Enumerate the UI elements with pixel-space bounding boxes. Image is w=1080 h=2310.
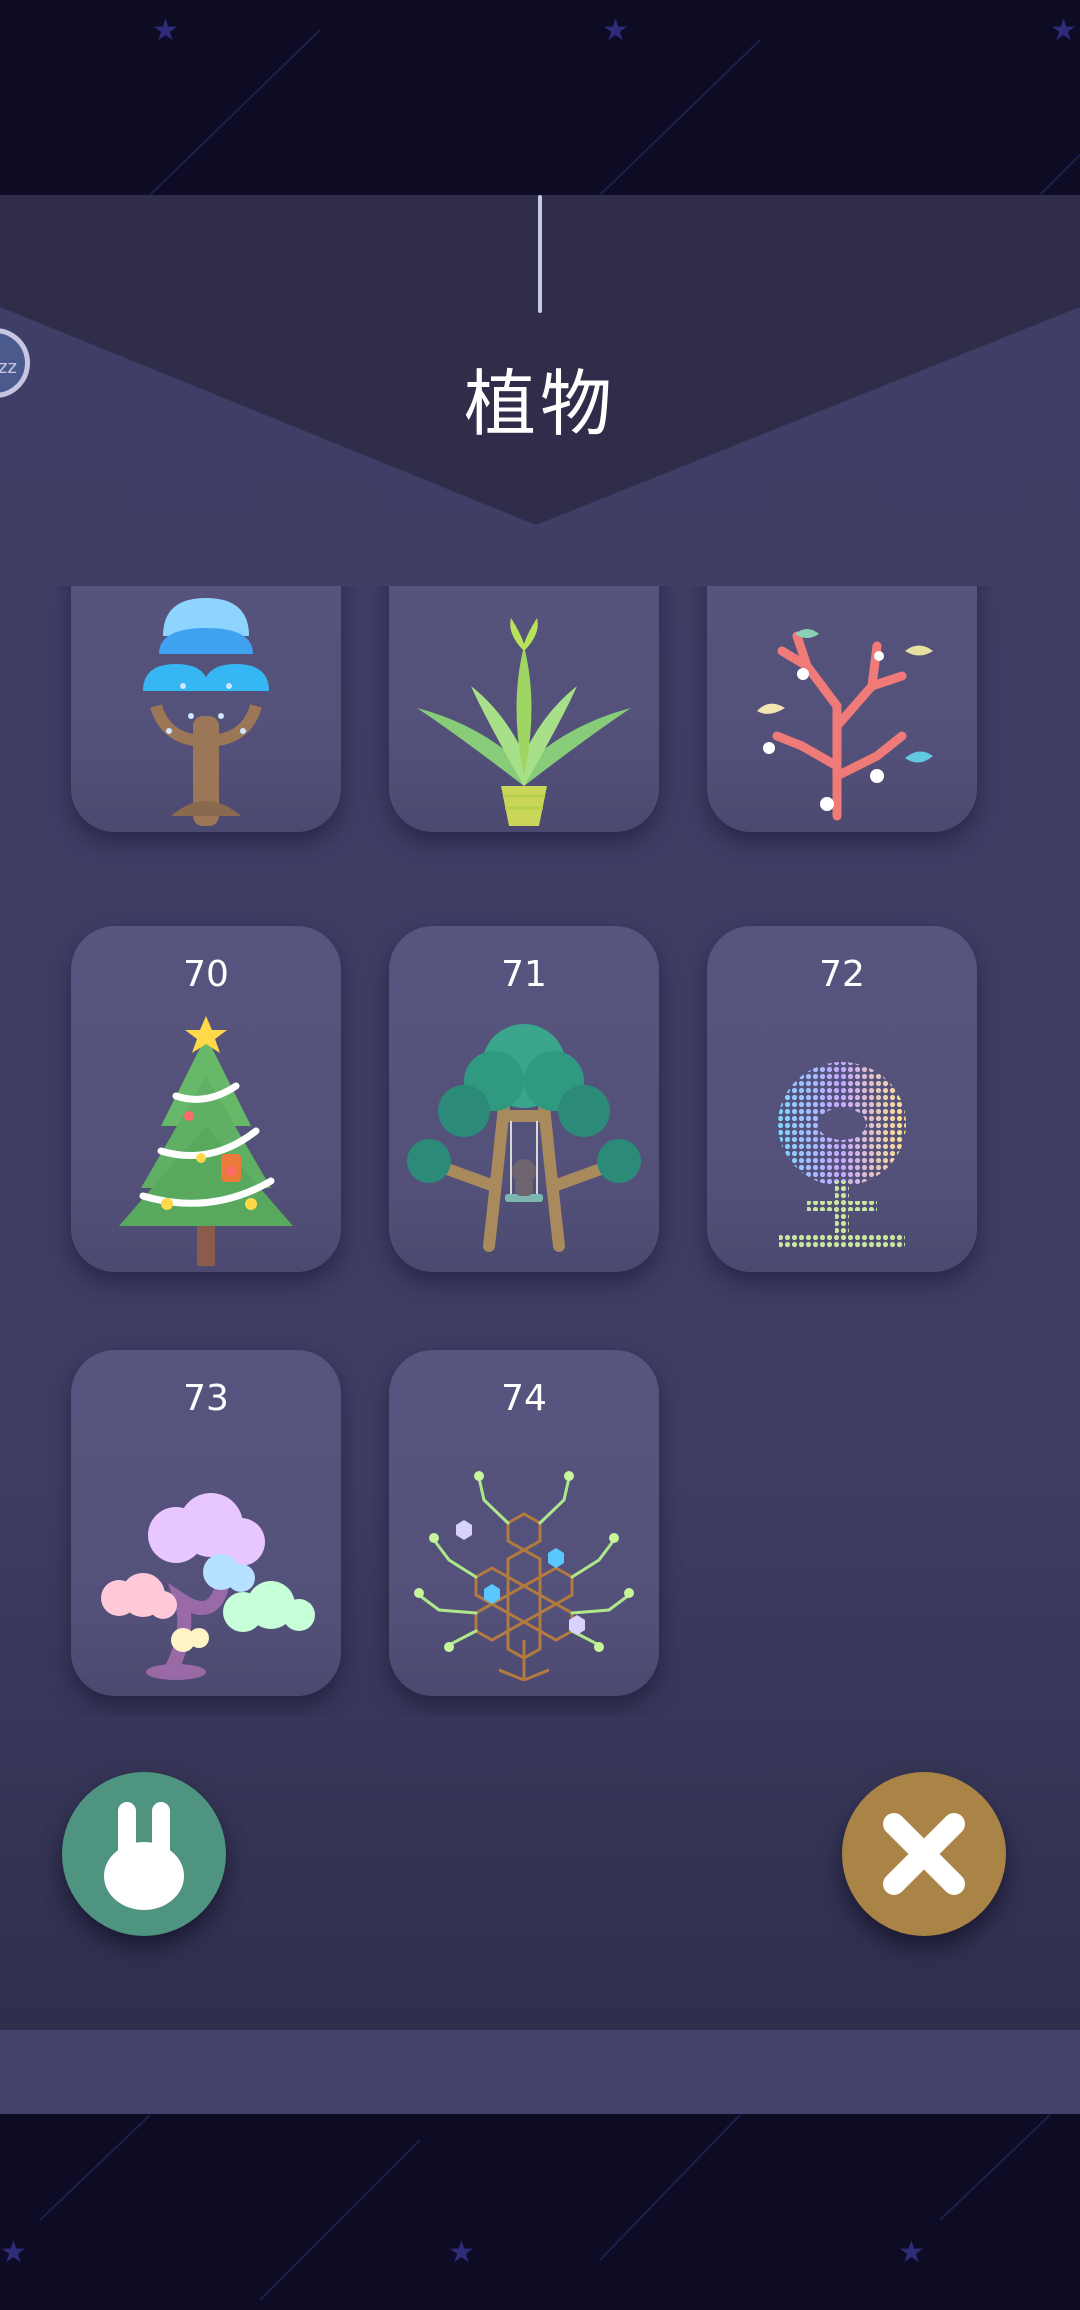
svg-text:★: ★ xyxy=(898,2235,925,2270)
svg-text:★: ★ xyxy=(152,13,179,48)
blue-mushroom-tree-icon xyxy=(143,598,269,826)
plant-card[interactable] xyxy=(707,586,977,832)
svg-text:★: ★ xyxy=(1050,13,1077,48)
svg-text:★: ★ xyxy=(602,13,629,48)
plant-card[interactable]: 72 xyxy=(707,926,977,1272)
coral-tree-icon xyxy=(757,629,933,821)
plant-card[interactable]: 74 xyxy=(389,1350,659,1696)
plant-card[interactable]: 70 xyxy=(71,926,341,1272)
plant-card[interactable] xyxy=(71,586,341,832)
plant-card[interactable]: 73 xyxy=(71,1350,341,1696)
rabbit-icon xyxy=(104,1802,184,1910)
pixel-flower-icon xyxy=(778,1062,906,1248)
banner-hanging-string xyxy=(538,195,542,313)
glowing-aloe-icon xyxy=(417,618,631,826)
page-title: 植物 xyxy=(463,362,616,446)
christmas-tree-icon xyxy=(119,1016,293,1266)
svg-text:★: ★ xyxy=(0,2235,27,2270)
svg-text:★: ★ xyxy=(448,2235,475,2270)
panel-bottom-strip xyxy=(0,2030,1080,2114)
close-icon xyxy=(883,1813,965,1895)
swing-tree-icon xyxy=(407,1024,641,1252)
cloud-bonsai-icon xyxy=(101,1493,315,1680)
plant-card[interactable] xyxy=(389,586,659,832)
honeycomb-tree-icon xyxy=(414,1471,634,1682)
plant-card[interactable]: 71 xyxy=(389,926,659,1272)
plant-grid[interactable]: 70 71 72 73 74 xyxy=(0,586,1080,1716)
rabbit-button[interactable] xyxy=(62,1772,226,1936)
close-button[interactable] xyxy=(842,1772,1006,1936)
